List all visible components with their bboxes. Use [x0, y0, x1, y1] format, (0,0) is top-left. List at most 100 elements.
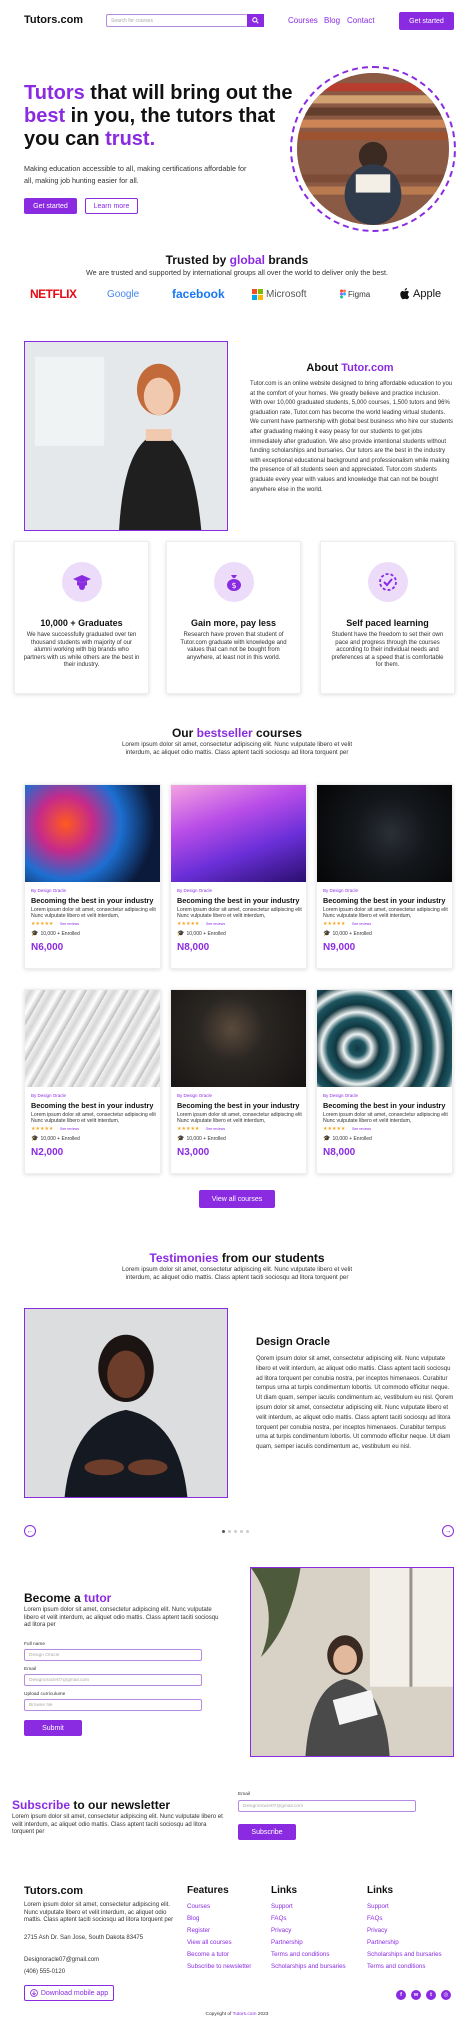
carousel-dot[interactable] [222, 1530, 225, 1533]
instagram-icon[interactable]: ◎ [441, 1990, 451, 2000]
microsoft-logo: Microsoft [252, 285, 307, 303]
download-app-button[interactable]: Download mobile app [24, 1985, 114, 2001]
email-field[interactable] [24, 1674, 202, 1686]
footer-link[interactable]: Subscribe to newsletter [187, 1963, 251, 1970]
nav-contact[interactable]: Contact [347, 16, 375, 25]
see-reviews-link[interactable]: See reviews [60, 1127, 79, 1131]
course-image [25, 785, 160, 882]
feature-text: Student have the freedom to set their ow… [331, 632, 444, 669]
footer-link[interactable]: Support [271, 1903, 293, 1910]
courses-subtitle: Lorem ipsum dolor sit amet, consectetur … [121, 741, 353, 756]
footer-email[interactable]: Designoracle07@gmail.com [24, 1957, 99, 1963]
see-reviews-link[interactable]: See reviews [206, 1127, 225, 1131]
star-rating: ★★★★★ [31, 921, 54, 927]
course-description: Lorem ipsum dolor sit amet, consectetur … [323, 1112, 448, 1125]
see-reviews-link[interactable]: See reviews [352, 1127, 371, 1131]
course-card[interactable]: By Design Oracle Becoming the best in yo… [170, 989, 307, 1174]
footer-link[interactable]: Privacy [367, 1927, 387, 1934]
footer-link[interactable]: Register [187, 1927, 210, 1934]
nav-blog[interactable]: Blog [324, 16, 340, 25]
star-rating: ★★★★★ [177, 921, 200, 927]
star-rating: ★★★★★ [31, 1126, 54, 1132]
view-all-courses-button[interactable]: View all courses [199, 1190, 275, 1208]
search-input[interactable] [106, 14, 247, 27]
graduation-cap-icon: 🎓 [177, 1136, 185, 1142]
graduation-cap-icon: 🎓 [177, 931, 185, 937]
site-logo[interactable]: Tutors.com [24, 14, 83, 26]
course-image [317, 990, 452, 1087]
course-image [25, 990, 160, 1087]
submit-button[interactable]: Submit [24, 1720, 82, 1736]
learn-more-button[interactable]: Learn more [85, 198, 138, 214]
facebook-icon[interactable]: f [396, 1990, 406, 2000]
figma-logo: Figma [340, 285, 370, 303]
carousel-dot[interactable] [240, 1530, 243, 1533]
course-card[interactable]: By Design Oracle Becoming the best in yo… [24, 989, 161, 1174]
arrow-right-icon[interactable]: → [442, 1525, 454, 1537]
full-name-field[interactable] [24, 1649, 202, 1661]
enrolled-count: 🎓 10,000 + Enrolled [31, 930, 80, 938]
footer-link[interactable]: FAQs [271, 1915, 286, 1922]
subscribe-button[interactable]: Subscribe [238, 1824, 296, 1840]
netflix-logo: NETFLIX [30, 287, 77, 301]
see-reviews-link[interactable]: See reviews [352, 922, 371, 926]
about-text: Tutor.com is an online website designed … [250, 381, 454, 493]
footer-links-title: Links [271, 1885, 298, 1896]
microsoft-icon [252, 288, 263, 300]
get-started-button[interactable]: Get started [24, 198, 77, 214]
get-started-header-button[interactable]: Get started [399, 12, 454, 30]
twitter-icon[interactable]: t [426, 1990, 436, 2000]
course-image [317, 785, 452, 882]
course-card[interactable]: By Design Oracle Becoming the best in yo… [170, 784, 307, 969]
footer-link[interactable]: View all courses [187, 1939, 232, 1946]
footer-logo[interactable]: Tutors.com [24, 1885, 83, 1897]
course-author: By Design Oracle [31, 888, 67, 893]
see-reviews-link[interactable]: See reviews [206, 922, 225, 926]
arrow-left-icon[interactable]: ← [24, 1525, 36, 1537]
footer-link[interactable]: Scholarships and bursaries [271, 1963, 346, 1970]
about-image [24, 341, 228, 531]
feature-title: 10,000 + Graduates [40, 618, 123, 628]
enrolled-count: 🎓 10,000 + Enrolled [31, 1135, 80, 1143]
feature-text: We have successfully graduated over ten … [23, 632, 140, 669]
graduation-cap-icon: 🎓 [323, 1136, 331, 1142]
upload-cv-label: Upload curriculume [24, 1692, 66, 1697]
footer-link[interactable]: Terms and conditions [271, 1951, 329, 1958]
search-button[interactable] [247, 14, 264, 27]
facebook-logo: facebook [172, 287, 225, 301]
footer-link[interactable]: Support [367, 1903, 389, 1910]
whatsapp-icon[interactable]: w [411, 1990, 421, 2000]
footer-features-title: Features [187, 1885, 229, 1896]
graduation-cap-icon: 🎓 [31, 931, 39, 937]
footer-link[interactable]: FAQs [367, 1915, 382, 1922]
footer-link[interactable]: Privacy [271, 1927, 291, 1934]
apple-icon [400, 288, 410, 300]
course-card[interactable]: By Design Oracle Becoming the best in yo… [316, 989, 453, 1174]
upload-cv-field[interactable] [24, 1699, 202, 1711]
carousel-dot[interactable] [228, 1530, 231, 1533]
footer-phone[interactable]: (406) 555-0120 [24, 1969, 65, 1975]
footer-link[interactable]: Partnership [367, 1939, 399, 1946]
footer-link[interactable]: Courses [187, 1903, 210, 1910]
testimonials-title: Testimonies from our students [149, 1251, 325, 1265]
carousel-dot[interactable] [234, 1530, 237, 1533]
footer-link[interactable]: Become a tutor [187, 1951, 229, 1958]
newsletter-email-field[interactable] [238, 1800, 416, 1812]
social-links: f w t ◎ [396, 1990, 451, 2000]
copyright: Copyright of Tutors.com 2023 [205, 2012, 269, 2017]
nav-courses[interactable]: Courses [288, 16, 318, 25]
course-price: N6,000 [31, 942, 64, 953]
carousel-dot[interactable] [246, 1530, 249, 1533]
course-card[interactable]: By Design Oracle Becoming the best in yo… [24, 784, 161, 969]
course-author: By Design Oracle [31, 1093, 67, 1098]
see-reviews-link[interactable]: See reviews [60, 922, 79, 926]
course-card[interactable]: By Design Oracle Becoming the best in yo… [316, 784, 453, 969]
footer-link[interactable]: Scholarships and bursaries [367, 1951, 442, 1958]
footer-description: Lorem ipsum dolor sit amet, consectetur … [24, 1902, 174, 1924]
search-bar [106, 14, 264, 27]
course-title: Becoming the best in your industry [177, 896, 300, 905]
course-description: Lorem ipsum dolor sit amet, consectetur … [31, 907, 156, 920]
footer-link[interactable]: Blog [187, 1915, 199, 1922]
footer-link[interactable]: Terms and conditions [367, 1963, 425, 1970]
footer-link[interactable]: Partnership [271, 1939, 303, 1946]
